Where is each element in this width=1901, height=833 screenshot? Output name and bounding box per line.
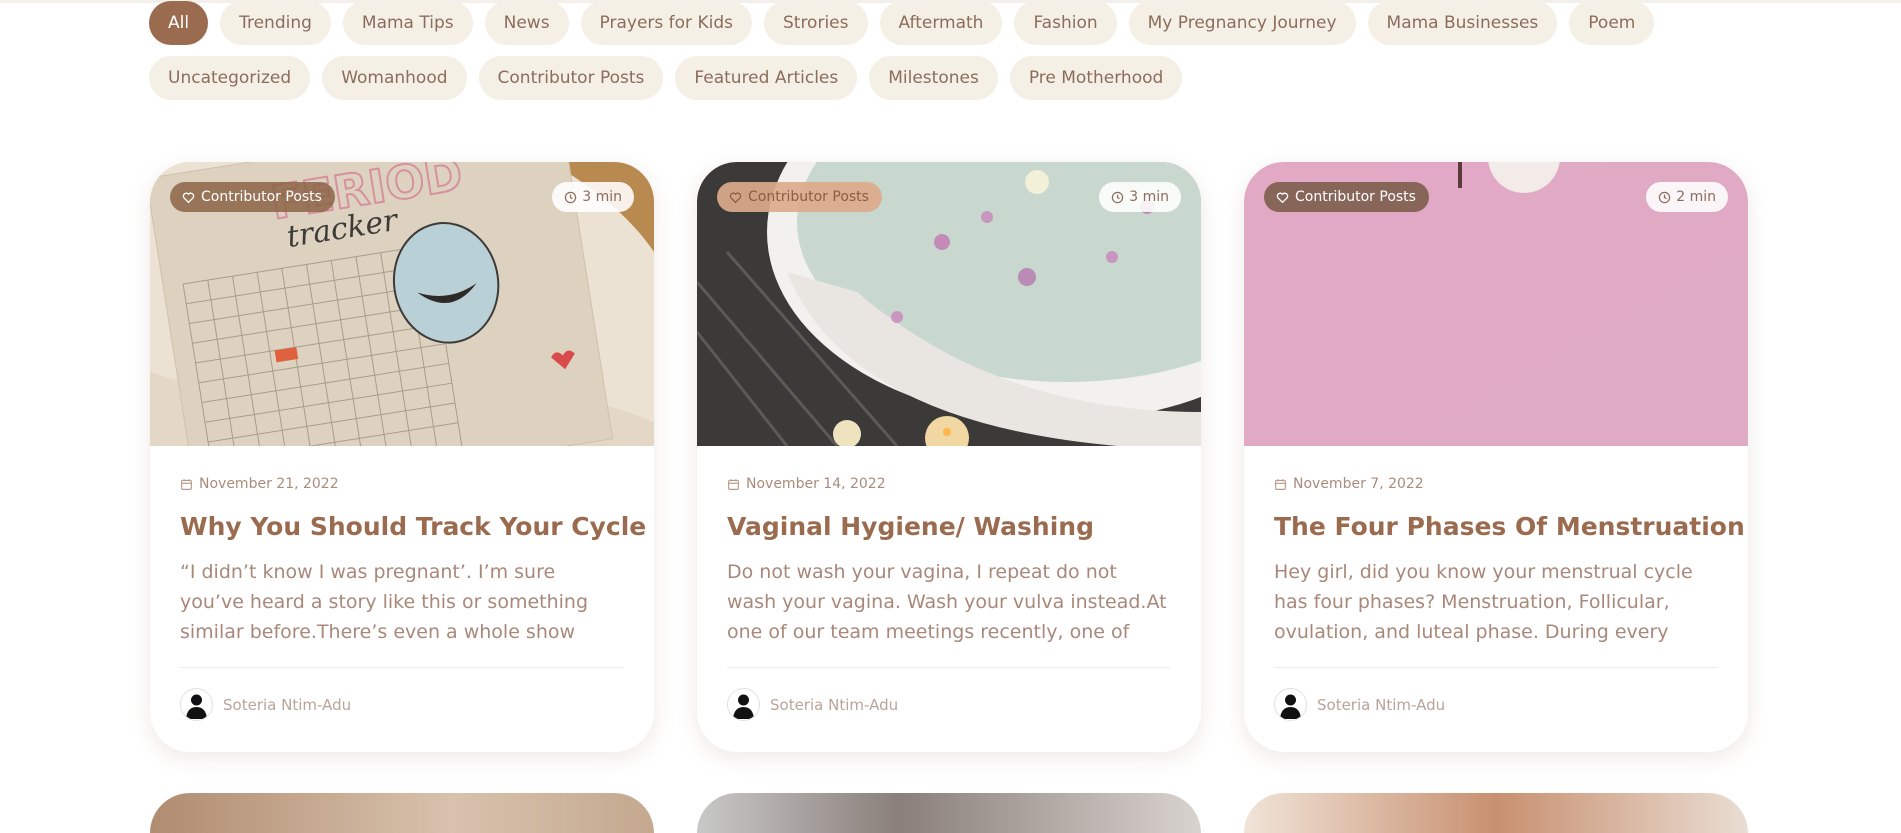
- post-date: November 7, 2022: [1274, 476, 1718, 492]
- post-author[interactable]: Soteria Ntim-Adu: [180, 688, 624, 721]
- post-excerpt: Do not wash your vagina, I repeat do not…: [727, 561, 1167, 643]
- post-card-peek[interactable]: [1244, 793, 1748, 833]
- card-divider: [727, 667, 1171, 668]
- category-badge[interactable]: Contributor Posts: [717, 182, 882, 212]
- avatar: [727, 688, 760, 721]
- heart-icon: [182, 192, 195, 203]
- card-divider: [180, 667, 624, 668]
- category-chip-trending[interactable]: Trending: [220, 1, 331, 45]
- post-card-peek[interactable]: [150, 793, 654, 833]
- read-time-badge: 3 min: [1099, 182, 1181, 212]
- author-name: Soteria Ntim-Adu: [223, 695, 352, 714]
- post-title[interactable]: The Four Phases Of Menstruation: [1274, 512, 1745, 541]
- read-time-badge: 3 min: [552, 182, 634, 212]
- category-filter-row-1: All Trending Mama Tips News Prayers for …: [149, 1, 1655, 45]
- post-thumbnail[interactable]: FERIOD tracker Contributor Posts 3 min: [150, 162, 654, 446]
- category-chip-contributor-posts[interactable]: Contributor Posts: [478, 56, 664, 100]
- category-chip-all[interactable]: All: [149, 1, 209, 45]
- category-chip-fashion[interactable]: Fashion: [1014, 1, 1117, 45]
- category-chip-news[interactable]: News: [484, 1, 569, 45]
- category-chip-poem[interactable]: Poem: [1569, 1, 1655, 45]
- post-card[interactable]: Contributor Posts 2 min November 7, 2022…: [1244, 162, 1748, 752]
- author-name: Soteria Ntim-Adu: [770, 695, 899, 714]
- post-excerpt: “I didn’t know I was pregnant’. I’m sure…: [180, 561, 589, 643]
- avatar-icon: [733, 694, 754, 719]
- calendar-icon: [1275, 478, 1286, 490]
- avatar: [180, 688, 213, 721]
- avatar: [1274, 688, 1307, 721]
- post-author[interactable]: Soteria Ntim-Adu: [1274, 688, 1718, 721]
- category-badge-label: Contributor Posts: [1295, 189, 1416, 205]
- clock-icon: [1659, 191, 1671, 203]
- category-chip-milestones[interactable]: Milestones: [869, 56, 998, 100]
- author-name: Soteria Ntim-Adu: [1317, 695, 1446, 714]
- read-time-label: 3 min: [582, 189, 622, 205]
- category-badge-label: Contributor Posts: [201, 189, 322, 205]
- category-badge-label: Contributor Posts: [748, 189, 869, 205]
- heart-icon: [1276, 192, 1289, 203]
- category-chip-prayers-for-kids[interactable]: Prayers for Kids: [580, 1, 752, 45]
- post-excerpt: Hey girl, did you know your menstrual cy…: [1274, 561, 1693, 643]
- category-chip-pre-motherhood[interactable]: Pre Motherhood: [1009, 56, 1183, 100]
- clock-icon: [1112, 191, 1124, 203]
- category-badge[interactable]: Contributor Posts: [170, 182, 335, 212]
- post-card[interactable]: Contributor Posts 3 min November 14, 202…: [697, 162, 1201, 752]
- post-card[interactable]: FERIOD tracker Contributor Posts 3 min N…: [150, 162, 654, 752]
- post-date: November 14, 2022: [727, 476, 1171, 492]
- category-badge[interactable]: Contributor Posts: [1264, 182, 1429, 212]
- category-chip-womanhood[interactable]: Womanhood: [322, 56, 467, 100]
- post-thumbnail[interactable]: Contributor Posts 2 min: [1244, 162, 1748, 446]
- avatar-icon: [186, 694, 207, 719]
- clock-icon: [565, 191, 577, 203]
- post-date-label: November 7, 2022: [1293, 476, 1424, 492]
- calendar-icon: [181, 478, 192, 490]
- category-chip-aftermath[interactable]: Aftermath: [879, 1, 1003, 45]
- category-chip-mama-businesses[interactable]: Mama Businesses: [1367, 1, 1558, 45]
- post-date: November 21, 2022: [180, 476, 624, 492]
- heart-icon: [729, 192, 742, 203]
- calendar-icon: [728, 478, 739, 490]
- category-filter-row-2: Uncategorized Womanhood Contributor Post…: [149, 56, 1183, 100]
- read-time-badge: 2 min: [1646, 182, 1728, 212]
- post-title[interactable]: Why You Should Track Your Cycle: [180, 512, 646, 541]
- read-time-label: 3 min: [1129, 189, 1169, 205]
- category-chip-uncategorized[interactable]: Uncategorized: [149, 56, 311, 100]
- card-divider: [1274, 667, 1718, 668]
- post-title[interactable]: Vaginal Hygiene/ Washing: [727, 512, 1171, 541]
- category-chip-my-pregnancy-journey[interactable]: My Pregnancy Journey: [1128, 1, 1356, 45]
- avatar-icon: [1280, 694, 1301, 719]
- post-date-label: November 21, 2022: [199, 476, 339, 492]
- post-author[interactable]: Soteria Ntim-Adu: [727, 688, 1171, 721]
- read-time-label: 2 min: [1676, 189, 1716, 205]
- post-date-label: November 14, 2022: [746, 476, 886, 492]
- category-chip-mama-tips[interactable]: Mama Tips: [342, 1, 473, 45]
- post-card-peek[interactable]: [697, 793, 1201, 833]
- category-chip-featured-articles[interactable]: Featured Articles: [675, 56, 858, 100]
- category-chip-strories[interactable]: Strories: [763, 1, 868, 45]
- post-thumbnail[interactable]: Contributor Posts 3 min: [697, 162, 1201, 446]
